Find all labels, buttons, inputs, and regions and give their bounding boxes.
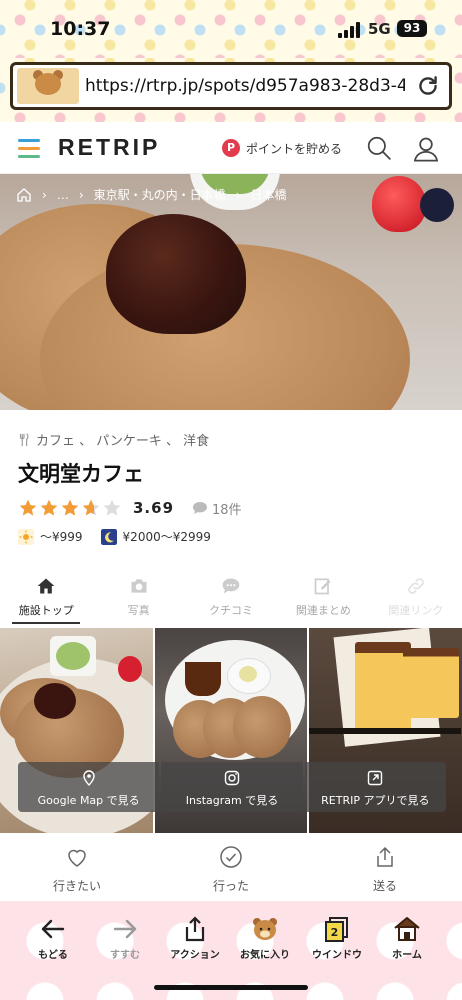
tab-reviews[interactable]: クチコミ [185,572,277,624]
action-button[interactable]: アクション [160,915,230,961]
chevron-right-icon: › [42,187,47,202]
moon-icon [100,528,117,545]
bear-thumbnail-icon[interactable] [17,68,79,104]
forward-arrow-icon [113,919,137,939]
heart-icon [68,849,86,867]
spot-tabs: 施設トップ 写真 クチコミ 関連まとめ 関連リンク [0,572,462,624]
rating-value: 3.69 [133,499,175,517]
points-icon: P [222,139,240,157]
comment-icon [222,578,240,594]
points-label: ポイントを貯める [246,141,343,156]
map-pin-icon [82,770,95,786]
forward-button[interactable]: すすむ [90,915,160,961]
search-icon[interactable] [366,135,392,161]
google-map-button[interactable]: Google Map で見る [18,762,160,812]
rating-row: 3.69 18件 [18,498,242,518]
star-empty-icon [103,499,121,516]
window-icon: 2 [325,917,348,942]
breadcrumb-sub[interactable]: 日本橋 [250,186,286,203]
window-count: 2 [331,926,339,939]
hero-photo[interactable]: › … › 東京駅・丸の内・日本橋 › 日本橋 [0,174,462,410]
status-time: 10:37 [50,18,111,40]
edit-icon [315,578,331,595]
want-to-go-button[interactable]: 行きたい [0,833,154,901]
home-indicator[interactable] [154,985,308,990]
signal-icon [338,22,362,38]
site-logo[interactable]: RETRIP [58,134,160,161]
bear-icon [253,918,277,940]
instagram-icon [224,770,240,786]
went-button[interactable]: 行った [154,833,308,901]
tab-related[interactable]: 関連まとめ [277,572,369,624]
star-partial-icon [82,499,100,516]
windows-button[interactable]: 2 ウインドウ [302,915,372,961]
instagram-button[interactable]: Instagram で見る [161,762,303,812]
page-title: 文明堂カフェ [18,462,144,486]
share-icon [377,846,393,867]
reload-icon[interactable] [415,73,441,99]
chevron-right-icon: › [235,187,241,202]
tab-photos[interactable]: 写真 [92,572,184,624]
tab-links[interactable]: 関連リンク [370,572,462,624]
site-header: RETRIP P ポイントを貯める [0,122,462,174]
network-label: 5G [368,20,391,38]
star-full-icon [40,499,58,516]
hamburger-menu-icon[interactable] [18,139,40,159]
link-icon [407,578,424,594]
share-button[interactable]: 送る [308,833,462,901]
star-full-icon [19,499,37,516]
user-icon[interactable] [412,135,440,163]
url-text[interactable]: https://rtrp.jp/spots/d957a983-28d3-4... [85,76,405,96]
genre-line: カフェ 、 パンケーキ 、 洋食 [18,430,209,449]
home-icon [37,578,55,594]
tab-top[interactable]: 施設トップ [0,572,92,624]
breadcrumb-ellipsis[interactable]: … [57,188,69,202]
breadcrumb: › … › 東京駅・丸の内・日本橋 › 日本橋 [16,186,286,203]
review-count-link[interactable]: 18件 [192,499,242,518]
price-row: 〜¥999 ¥2000〜¥2999 [18,528,211,545]
comment-icon [193,502,208,514]
back-button[interactable]: もどる [18,915,88,961]
check-circle-icon [220,846,242,868]
points-button[interactable]: P ポイントを貯める [222,137,342,159]
review-count: 18件 [212,502,242,518]
battery-icon: 93 [397,20,427,37]
url-bar[interactable]: https://rtrp.jp/spots/d957a983-28d3-4... [10,62,452,110]
genre-text[interactable]: カフェ 、 パンケーキ 、 洋食 [36,430,209,449]
favorites-button[interactable]: お気に入り [230,915,300,961]
chevron-right-icon: › [78,187,84,202]
retrip-app-button[interactable]: RETRIP アプリで見る [304,762,446,812]
house-icon [394,917,420,941]
action-icon [185,916,205,942]
breadcrumb-area[interactable]: 東京駅・丸の内・日本橋 [94,186,226,203]
star-full-icon [61,499,79,516]
status-bar: 10:37 5G 93 [0,0,462,58]
back-arrow-icon [41,919,65,939]
breadcrumb-home-icon[interactable] [16,187,32,203]
action-bar: 行きたい 行った 送る [0,833,462,901]
camera-icon [131,579,147,593]
price-dinner: ¥2000〜¥2999 [122,530,211,544]
cutlery-icon [19,432,29,446]
external-links: Google Map で見る Instagram で見る RETRIP アプリで… [18,762,446,812]
home-button[interactable]: ホーム [372,915,442,961]
sun-icon [18,528,34,545]
price-lunch: 〜¥999 [40,530,83,544]
external-link-icon [368,770,383,786]
